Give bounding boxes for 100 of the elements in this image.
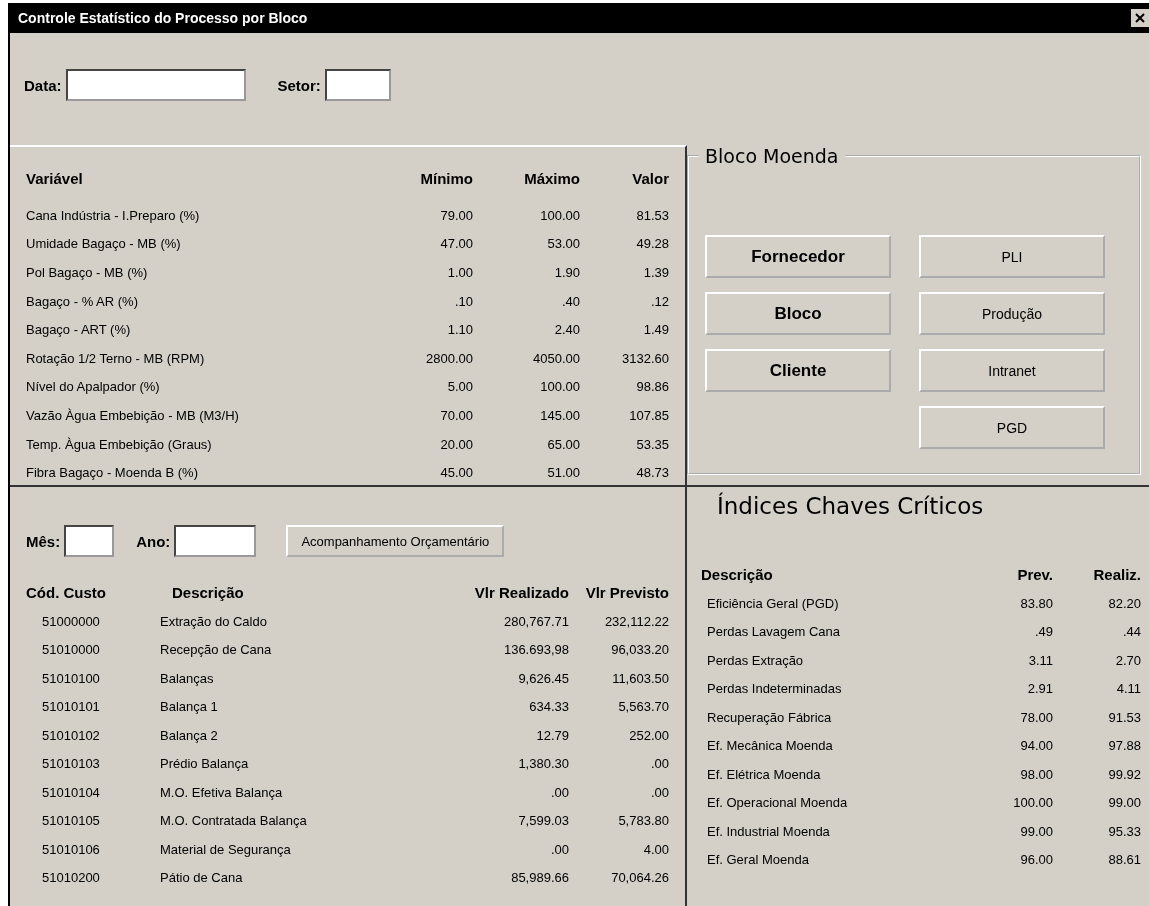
table-cell-text: 88.61 (1107, 852, 1141, 868)
close-button[interactable] (1131, 9, 1149, 27)
table-cell-text: 20.00 (439, 436, 473, 452)
data-label: Data: (24, 76, 62, 94)
table-cell-text: .10 (453, 293, 473, 309)
table-cell-text: .40 (560, 293, 580, 309)
nav-button[interactable]: Fornecedor (705, 235, 891, 278)
nav-button[interactable]: Cliente (705, 349, 891, 392)
table-cell-text: 634.33 (528, 699, 569, 715)
table-cell-text: 11,603.50 (611, 670, 669, 686)
table-cell-text: 100.00 (539, 379, 580, 395)
table-cell-text: 2.40 (553, 322, 580, 338)
nav-button[interactable]: Intranet (919, 349, 1105, 392)
table-cell-text: 83.80 (1019, 595, 1053, 611)
column-header: Realiz. (1092, 565, 1141, 583)
nav-button[interactable]: Produção (919, 292, 1105, 335)
column-header: Vlr Realizado (473, 583, 569, 601)
table-cell-text: Perdas Lavagem Cana (706, 624, 841, 640)
table-cell-text: 65.00 (546, 436, 580, 452)
table-cell-text: 96.00 (1019, 852, 1053, 868)
table-cell-text: 70.00 (439, 407, 473, 423)
nav-button[interactable]: PLI (919, 235, 1105, 278)
ano-field[interactable] (174, 525, 257, 557)
setor-field[interactable] (324, 69, 391, 101)
mes-field[interactable] (64, 525, 115, 557)
table-cell-text: Nível do Apalpador (%) (26, 379, 161, 395)
table-cell-text: Vazão Àgua Embebição - MB (M3/H) (26, 407, 240, 423)
setor-label: Setor: (277, 76, 321, 94)
table-cell-text: 99.00 (1019, 823, 1053, 839)
table-cell-text: .49 (1033, 624, 1053, 640)
table-cell-text: 12.79 (535, 727, 569, 743)
table-cell-text: 70,064.26 (610, 870, 669, 886)
table-cell-text: Bagaço - ART (%) (26, 322, 132, 338)
table-cell-text: 51010102 (41, 727, 101, 743)
table-cell-text: 51000000 (41, 613, 101, 629)
group-title: Bloco Moenda (704, 145, 840, 167)
table-cell-text: 94.00 (1019, 738, 1053, 754)
table-cell-text: Ef. Mecânica Moenda (706, 738, 834, 754)
table-cell-text: .12 (649, 293, 669, 309)
table-cell-text: 51010000 (41, 642, 101, 658)
table-cell-text: 1.49 (642, 322, 669, 338)
table-cell-text: Eficiência Geral (PGD) (706, 595, 840, 611)
table-cell-text: 4.00 (642, 841, 669, 857)
table-cell-text: 49.28 (635, 236, 669, 252)
table-cell-text: 2800.00 (425, 350, 473, 366)
table-cell-text: Perdas Indeterminadas (706, 681, 843, 697)
column-header: Valor (631, 169, 669, 187)
table-cell-text: Rotação 1/2 Terno - MB (RPM) (26, 350, 206, 366)
table-cell-text: Balança 2 (159, 727, 219, 743)
table-cell-text: 5,783.80 (617, 813, 669, 829)
nav-button[interactable]: PGD (919, 406, 1105, 449)
table-cell-text: Ef. Geral Moenda (706, 852, 810, 868)
column-header: Cód. Custo (26, 583, 107, 601)
table-cell-text: 51010103 (41, 756, 101, 772)
table-cell-text: 85,989.66 (510, 870, 569, 886)
column-header: Mínimo (419, 169, 473, 187)
table-cell-text: 98.00 (1019, 766, 1053, 782)
column-header: Prev. (1016, 565, 1053, 583)
table-cell-text: 51010106 (41, 841, 101, 857)
table-cell-text: 47.00 (439, 236, 473, 252)
table-cell-text: M.O. Efetiva Balança (159, 784, 284, 800)
mes-label: Mês: (26, 532, 61, 550)
table-cell-text: .00 (649, 756, 669, 772)
table-cell-text: .00 (649, 784, 669, 800)
table-cell-text: Cana Indústria - I.Preparo (%) (26, 207, 201, 223)
table-cell-text: 1.39 (642, 265, 669, 280)
table-cell-text: 252.00 (628, 727, 669, 743)
table-cell-text: 95.33 (1107, 823, 1141, 839)
data-field[interactable] (65, 69, 246, 101)
table-cell-text: 51.00 (546, 465, 580, 481)
table-cell-text: Temp. Àgua Embebição (Graus) (26, 436, 213, 452)
table-cell-text: 48.73 (635, 465, 669, 481)
table-cell-text: 1.10 (446, 322, 473, 338)
table-cell-text: 78.00 (1019, 709, 1053, 725)
column-header: Descrição (171, 583, 245, 601)
table-cell-text: 3132.60 (621, 350, 669, 366)
nav-button[interactable]: Bloco (705, 292, 891, 335)
table-cell-text: Ef. Industrial Moenda (706, 823, 831, 839)
table-cell-text: 51010200 (41, 870, 101, 886)
table-cell-text: 1.00 (446, 265, 473, 280)
table-cell-text: 79.00 (439, 207, 473, 223)
table-cell-text: 51010104 (41, 784, 101, 800)
table-cell-text: M.O. Contratada Balança (159, 813, 308, 829)
column-header: Variável (26, 169, 84, 187)
column-header: Máximo (523, 169, 580, 187)
table-cell-text: 5.00 (446, 379, 473, 395)
table-cell-text: 97.88 (1107, 738, 1141, 754)
table-cell-text: 107.85 (628, 407, 669, 423)
column-header: Vlr Previsto (584, 583, 669, 601)
table-cell-text: 51010101 (41, 699, 101, 715)
table-cell-text: 45.00 (439, 465, 473, 481)
table-cell-text: 53.00 (546, 236, 580, 252)
table-cell-text: 96,033.20 (610, 642, 669, 658)
table-cell-text: 1,380.30 (517, 756, 569, 772)
budget-button[interactable]: Acompanhamento Orçamentário (286, 525, 505, 557)
table-cell-text: 99.92 (1107, 766, 1141, 782)
table-cell-text: 53.35 (635, 436, 669, 452)
table-cell-text: 136.693,98 (502, 642, 569, 658)
table-cell-text: 51010100 (41, 670, 101, 686)
table-cell-text: Recuperação Fábrica (706, 709, 833, 725)
